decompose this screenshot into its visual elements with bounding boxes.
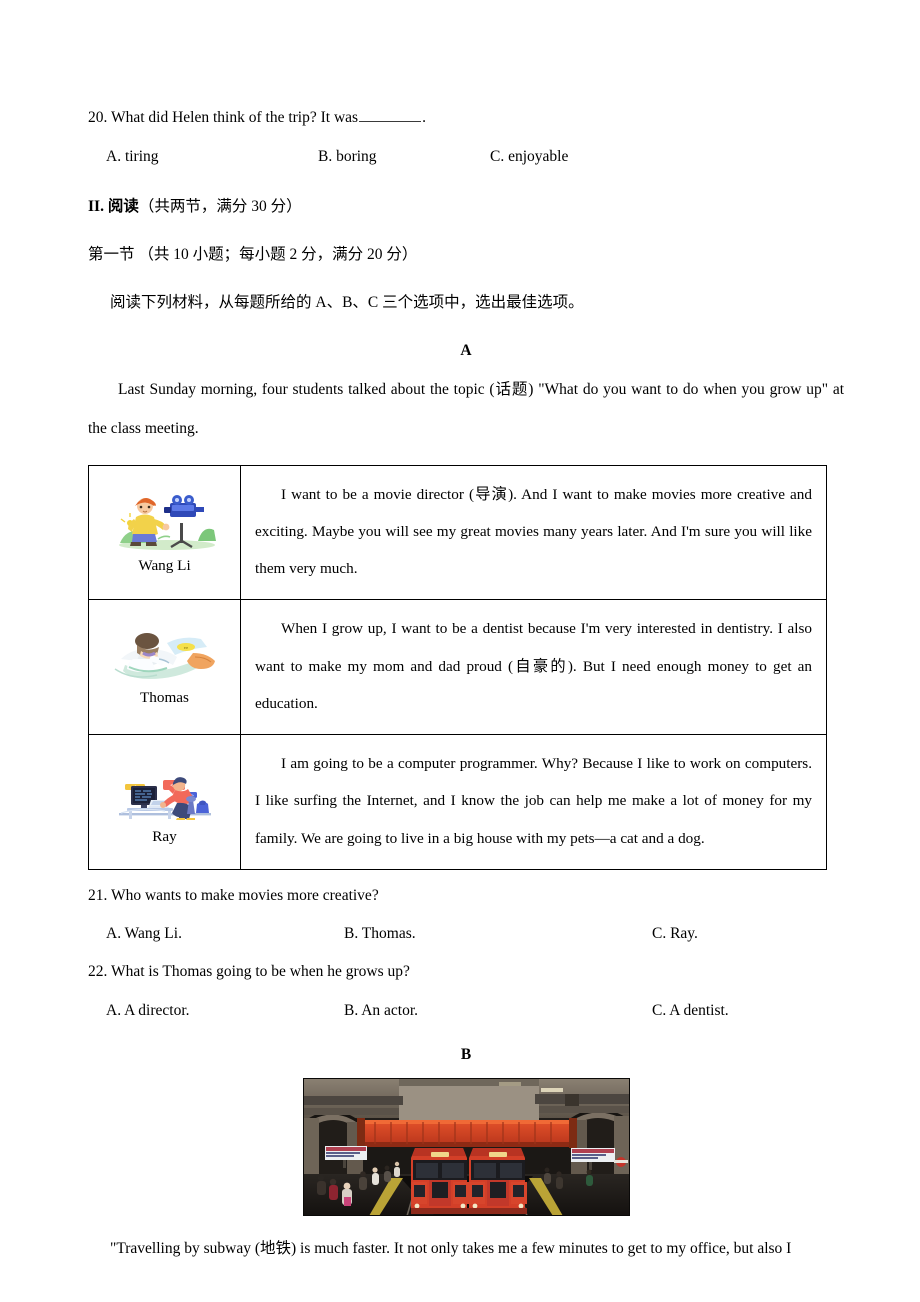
table-cell-text: I am going to be a computer programmer. …: [240, 734, 827, 870]
question-20-options: A. tiring B. boring C. enjoyable: [88, 148, 844, 166]
student-name: Thomas: [140, 689, 189, 707]
option-c[interactable]: C. A dentist.: [652, 1002, 729, 1020]
table-row: Wang Li I want to be a movie director (导…: [88, 464, 827, 601]
subway-station-photo: [302, 1077, 630, 1216]
student-statement: I want to be a movie director (导演). And …: [255, 485, 812, 578]
section-roman: II.: [88, 197, 104, 215]
answer-blank: [359, 108, 422, 123]
section-part-1-heading: 第一节 （共 10 小题；每小题 2 分，满分 20 分）: [88, 245, 418, 263]
students-table: Wang Li I want to be a movie director (导…: [88, 464, 827, 870]
question-20-text: What did Helen think of the trip? It was: [110, 109, 359, 127]
passage-b-figure: [88, 1077, 844, 1216]
table-cell-text: I want to be a movie director (导演). And …: [240, 464, 827, 601]
option-a[interactable]: A. A director.: [106, 1002, 344, 1020]
question-22-stem: 22. What is Thomas going to be when he g…: [88, 964, 844, 980]
question-21-stem: 21. Who wants to make movies more creati…: [88, 888, 844, 904]
page-content: 20. What did Helen think of the trip? It…: [88, 108, 844, 1258]
dentist-clipart-icon: ee: [114, 633, 215, 680]
question-22-options: A. A director. B. An actor. C. A dentist…: [88, 1002, 844, 1020]
question-22-text: What is Thomas going to be when he grows…: [110, 963, 410, 981]
option-b[interactable]: B. boring: [318, 148, 490, 166]
table-row: ee Thomas When I grow up, I want to be a…: [88, 599, 827, 736]
option-b[interactable]: B. An actor.: [344, 1002, 652, 1020]
table-cell-text: When I grow up, I want to be a dentist b…: [240, 599, 827, 736]
option-b[interactable]: B. Thomas.: [344, 925, 652, 943]
passage-a-intro: Last Sunday morning, four students talke…: [88, 370, 844, 449]
table-cell-icon: ee Thomas: [88, 599, 241, 736]
question-21-options: A. Wang Li. B. Thomas. C. Ray.: [88, 925, 844, 943]
question-22-number: 22.: [88, 963, 108, 981]
option-a[interactable]: A. Wang Li.: [106, 925, 344, 943]
svg-text:ee: ee: [183, 645, 188, 650]
question-20-stem: 20. What did Helen think of the trip? It…: [88, 108, 844, 126]
question-20-period: .: [422, 109, 426, 127]
table-row: </> </> </>: [88, 734, 827, 870]
section-title: 阅读: [107, 197, 139, 215]
table-cell-icon: Wang Li: [88, 464, 241, 601]
movie-camera-clipart-icon: [118, 494, 216, 550]
section-title-suffix: （共两节，满分 30 分）: [138, 197, 302, 215]
section-2-heading: II. 阅读（共两节，满分 30 分）: [88, 194, 844, 216]
question-20-number: 20.: [88, 109, 108, 127]
computer-programmer-clipart-icon: </> </> </>: [118, 777, 211, 820]
option-c[interactable]: C. Ray.: [652, 925, 698, 943]
student-name: Ray: [152, 827, 177, 845]
question-21-text: Who wants to make movies more creative?: [110, 886, 379, 904]
option-a[interactable]: A. tiring: [106, 148, 318, 166]
option-c[interactable]: C. enjoyable: [490, 148, 568, 166]
question-21-number: 21.: [88, 886, 108, 904]
table-cell-icon: </> </> </>: [88, 734, 241, 870]
passage-b-label: B: [460, 1045, 472, 1063]
passage-b-text: "Travelling by subway (地铁) is much faste…: [110, 1239, 792, 1257]
reading-instruction: 阅读下列材料，从每题所给的 A、B、C 三个选项中，选出最佳选项。: [110, 293, 584, 311]
passage-a-intro-line1: Last Sunday morning, four students talke…: [118, 380, 829, 398]
student-statement: When I grow up, I want to be a dentist b…: [255, 620, 812, 712]
student-statement: I am going to be a computer programmer. …: [255, 755, 812, 847]
passage-a-label: A: [460, 341, 472, 359]
student-name: Wang Li: [138, 556, 191, 574]
exam-page: 20. What did Helen think of the trip? It…: [0, 0, 920, 1302]
